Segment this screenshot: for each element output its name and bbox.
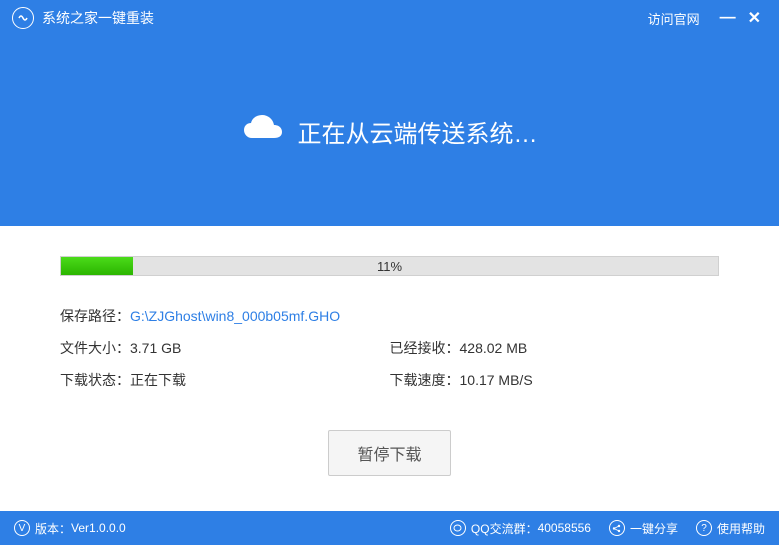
help-icon: ?: [696, 520, 712, 536]
save-path-value[interactable]: G:\ZJGhost\win8_000b05mf.GHO: [130, 308, 340, 324]
info-row-status: 下载状态：正在下载 下载速度：10.17 MB/S: [60, 370, 719, 390]
qq-group-link[interactable]: QQ交流群： 40058556: [450, 520, 591, 537]
progress-container: 11%: [60, 256, 719, 276]
close-button[interactable]: ✕: [742, 8, 767, 28]
status-value: 正在下载: [130, 372, 186, 388]
minimize-button[interactable]: —: [714, 9, 742, 27]
hero-text: 正在从云端传送系统…: [298, 114, 538, 149]
pause-download-button[interactable]: 暂停下载: [328, 430, 450, 476]
progress-bar: 11%: [60, 256, 719, 276]
file-size-value: 3.71 GB: [130, 340, 181, 356]
info-row-path: 保存路径：G:\ZJGhost\win8_000b05mf.GHO: [60, 306, 719, 326]
footer-bar: V 版本： Ver1.0.0.0 QQ交流群： 40058556 一键分享 ? …: [0, 511, 779, 545]
qq-value: 40058556: [538, 521, 591, 535]
speed-label: 下载速度：: [390, 372, 460, 388]
chat-icon: [450, 520, 466, 536]
app-title: 系统之家一键重装: [42, 8, 154, 28]
help-link[interactable]: ? 使用帮助: [696, 520, 765, 537]
help-label: 使用帮助: [717, 520, 765, 537]
version-value: Ver1.0.0.0: [71, 521, 126, 535]
file-size-label: 文件大小：: [60, 340, 130, 356]
info-row-size: 文件大小：3.71 GB 已经接收：428.02 MB: [60, 338, 719, 358]
share-label: 一键分享: [630, 520, 678, 537]
share-icon: [609, 520, 625, 536]
cloud-icon: [242, 114, 284, 149]
status-label: 下载状态：: [60, 372, 130, 388]
version-icon: V: [14, 520, 30, 536]
share-link[interactable]: 一键分享: [609, 520, 678, 537]
version-label: 版本：: [35, 520, 71, 537]
app-logo-icon: [12, 7, 34, 29]
speed-value: 10.17 MB/S: [460, 372, 533, 388]
progress-percent: 11%: [61, 257, 718, 276]
content-area: 11% 保存路径：G:\ZJGhost\win8_000b05mf.GHO 文件…: [0, 226, 779, 511]
hero-banner: 正在从云端传送系统…: [0, 36, 779, 226]
app-window: 系统之家一键重装 访问官网 — ✕ 正在从云端传送系统… 11% 保存路径：G:…: [0, 0, 779, 545]
button-container: 暂停下载: [60, 430, 719, 476]
titlebar[interactable]: 系统之家一键重装 访问官网 — ✕: [0, 0, 779, 36]
save-path-label: 保存路径：: [60, 308, 130, 324]
received-label: 已经接收：: [390, 340, 460, 356]
qq-label: QQ交流群：: [471, 520, 538, 537]
received-value: 428.02 MB: [460, 340, 528, 356]
visit-website-link[interactable]: 访问官网: [648, 9, 700, 28]
